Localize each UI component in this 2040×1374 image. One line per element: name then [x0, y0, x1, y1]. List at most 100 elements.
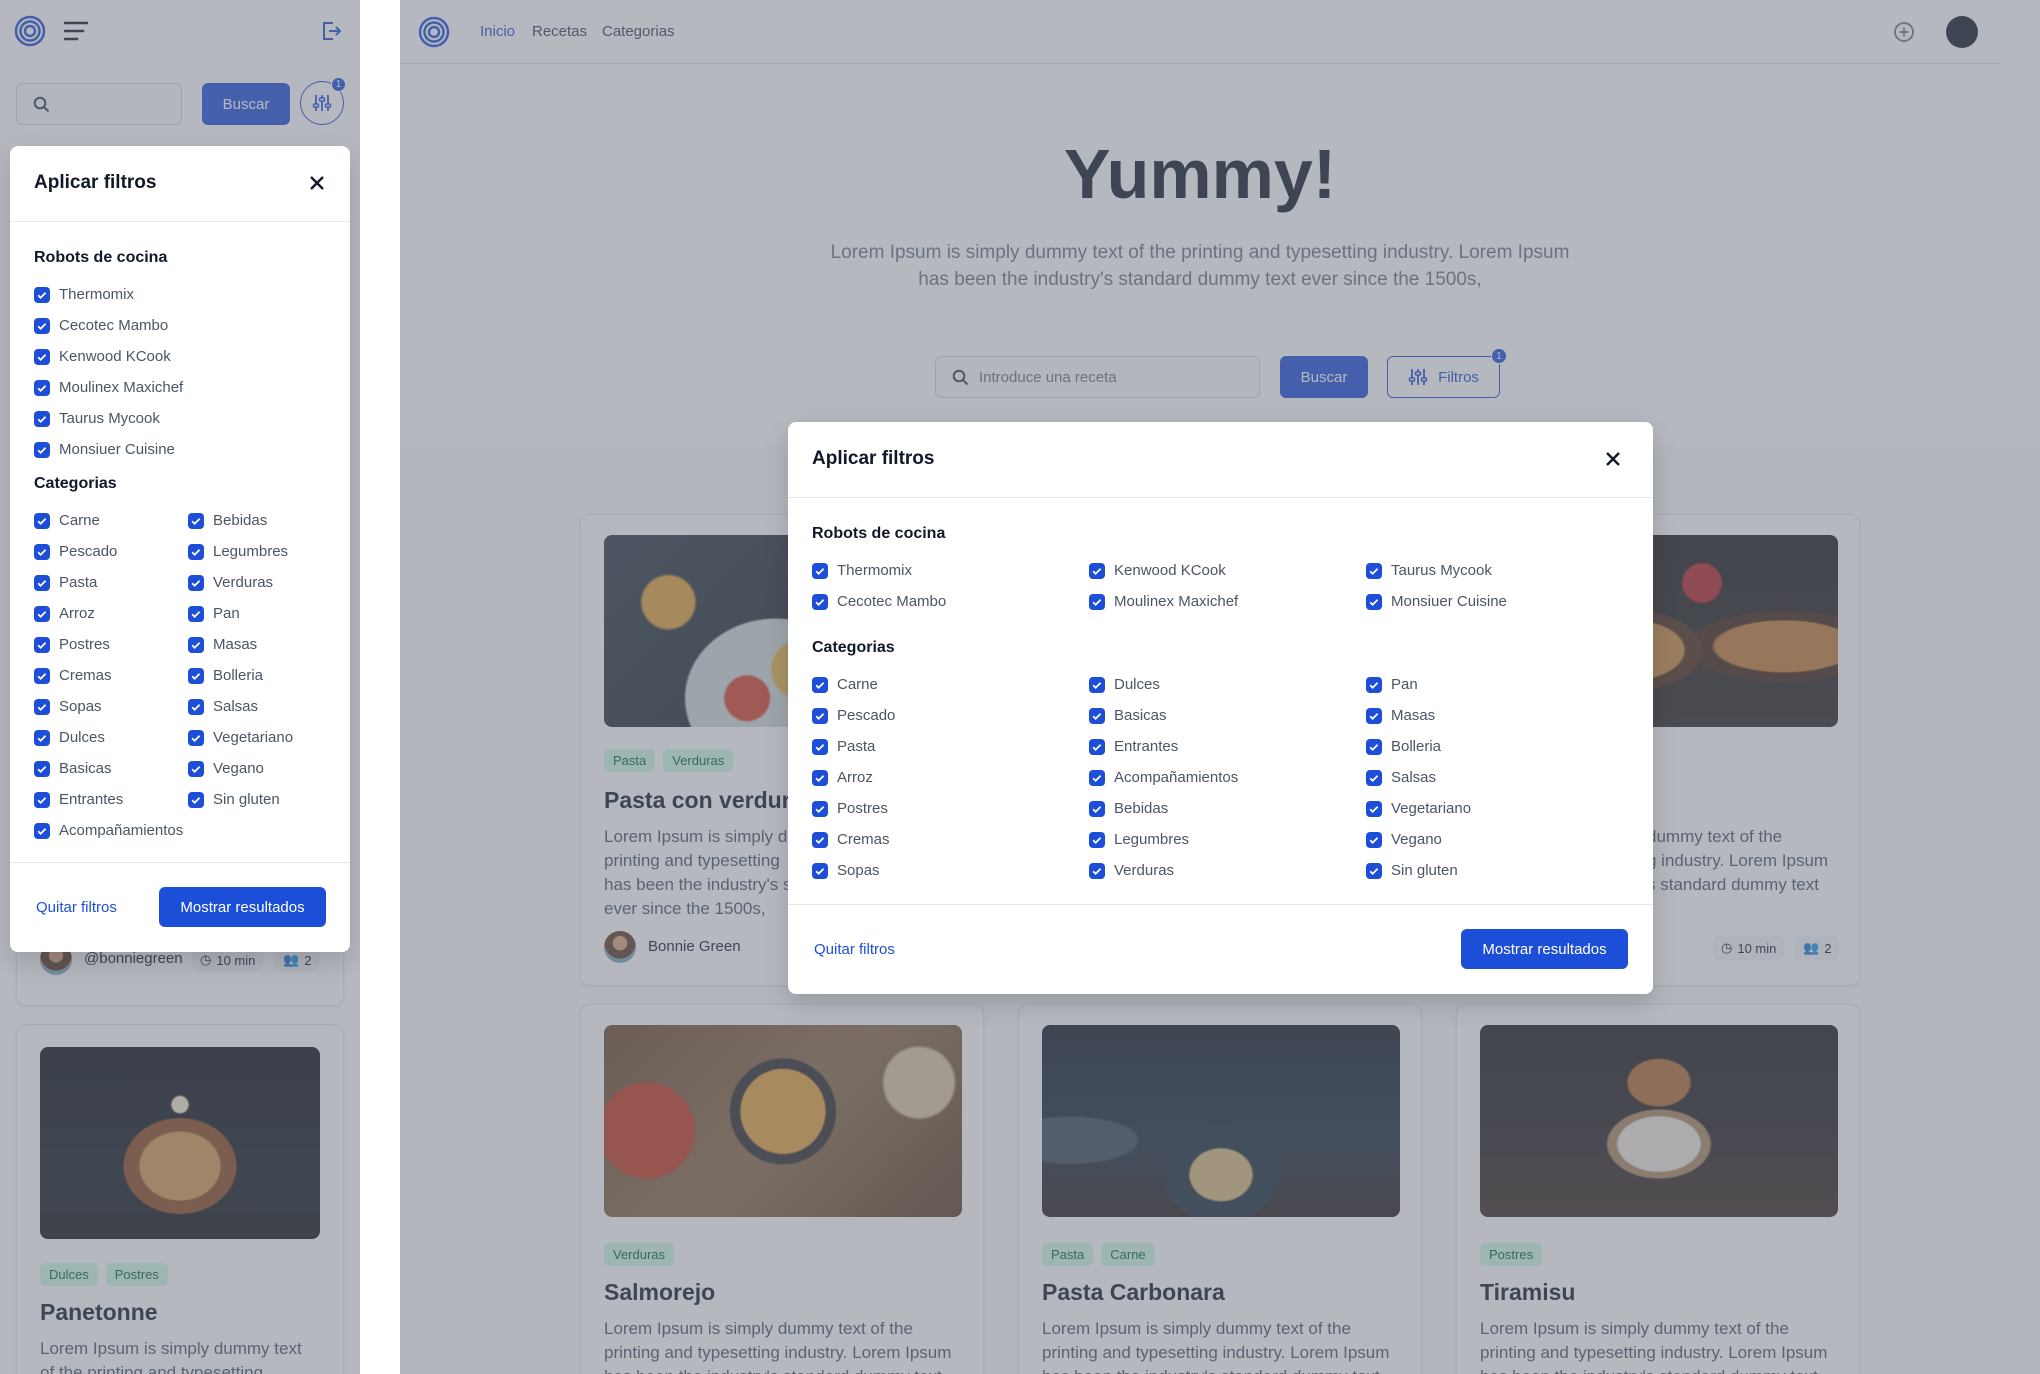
- filter-option[interactable]: Postres: [812, 793, 895, 824]
- filter-option[interactable]: Masas: [188, 629, 293, 660]
- filter-option[interactable]: Bebidas: [188, 505, 293, 536]
- filter-option[interactable]: Vegetariano: [188, 722, 293, 753]
- checkbox[interactable]: [1089, 562, 1105, 579]
- checkbox[interactable]: [812, 800, 828, 817]
- filter-option[interactable]: Acompañamientos: [34, 815, 183, 846]
- filter-option[interactable]: Salsas: [188, 691, 293, 722]
- filter-option[interactable]: Vegetariano: [1366, 793, 1471, 824]
- filter-option[interactable]: Pescado: [812, 700, 895, 731]
- checkbox[interactable]: [34, 410, 50, 427]
- filter-option[interactable]: Carne: [812, 669, 895, 700]
- checkbox[interactable]: [188, 698, 204, 715]
- checkbox[interactable]: [34, 605, 50, 622]
- filter-option[interactable]: Postres: [34, 629, 183, 660]
- filter-option[interactable]: Cremas: [812, 824, 895, 855]
- checkbox[interactable]: [34, 729, 50, 746]
- filter-option[interactable]: Carne: [34, 505, 183, 536]
- checkbox[interactable]: [1366, 676, 1382, 693]
- filter-option[interactable]: Pan: [1366, 669, 1471, 700]
- filter-option[interactable]: Pescado: [34, 536, 183, 567]
- checkbox[interactable]: [34, 379, 50, 396]
- checkbox[interactable]: [1089, 831, 1105, 848]
- show-results-button[interactable]: Mostrar resultados: [1461, 929, 1628, 969]
- checkbox[interactable]: [34, 698, 50, 715]
- checkbox[interactable]: [188, 729, 204, 746]
- filter-option[interactable]: Acompañamientos: [1089, 762, 1238, 793]
- filter-option[interactable]: Monsiuer Cuisine: [34, 434, 183, 465]
- checkbox[interactable]: [34, 667, 50, 684]
- checkbox[interactable]: [1089, 593, 1105, 610]
- filter-option[interactable]: Masas: [1366, 700, 1471, 731]
- checkbox[interactable]: [1366, 769, 1382, 786]
- checkbox[interactable]: [34, 512, 50, 529]
- checkbox[interactable]: [1366, 800, 1382, 817]
- filter-option[interactable]: Pasta: [34, 567, 183, 598]
- filter-option[interactable]: Entrantes: [1089, 731, 1238, 762]
- checkbox[interactable]: [188, 667, 204, 684]
- checkbox[interactable]: [34, 441, 50, 458]
- checkbox[interactable]: [812, 831, 828, 848]
- filter-option[interactable]: Arroz: [34, 598, 183, 629]
- checkbox[interactable]: [1089, 738, 1105, 755]
- checkbox[interactable]: [34, 317, 50, 334]
- checkbox[interactable]: [188, 605, 204, 622]
- filter-option[interactable]: Legumbres: [188, 536, 293, 567]
- filter-option[interactable]: Legumbres: [1089, 824, 1238, 855]
- filter-option[interactable]: Thermomix: [34, 279, 183, 310]
- filter-option[interactable]: Vegano: [1366, 824, 1471, 855]
- filter-option[interactable]: Pasta: [812, 731, 895, 762]
- checkbox[interactable]: [34, 543, 50, 560]
- filter-option[interactable]: Arroz: [812, 762, 895, 793]
- filter-option[interactable]: Sin gluten: [1366, 855, 1471, 886]
- filter-option[interactable]: Salsas: [1366, 762, 1471, 793]
- filter-option[interactable]: Moulinex Maxichef: [34, 372, 183, 403]
- checkbox[interactable]: [1089, 676, 1105, 693]
- filter-option[interactable]: Cremas: [34, 660, 183, 691]
- checkbox[interactable]: [188, 574, 204, 591]
- checkbox[interactable]: [188, 636, 204, 653]
- close-icon[interactable]: [308, 174, 326, 192]
- filter-option[interactable]: Bolleria: [188, 660, 293, 691]
- filter-option[interactable]: Dulces: [34, 722, 183, 753]
- checkbox[interactable]: [188, 543, 204, 560]
- checkbox[interactable]: [812, 769, 828, 786]
- checkbox[interactable]: [1089, 800, 1105, 817]
- checkbox[interactable]: [1366, 707, 1382, 724]
- checkbox[interactable]: [1366, 862, 1382, 879]
- clear-filters-button[interactable]: Quitar filtros: [814, 941, 895, 958]
- filter-option[interactable]: Dulces: [1089, 669, 1238, 700]
- filter-option[interactable]: Sin gluten: [188, 784, 293, 815]
- clear-filters-button[interactable]: Quitar filtros: [36, 899, 117, 916]
- checkbox[interactable]: [34, 636, 50, 653]
- filter-option[interactable]: Sopas: [34, 691, 183, 722]
- show-results-button[interactable]: Mostrar resultados: [159, 887, 326, 927]
- checkbox[interactable]: [1366, 562, 1382, 579]
- checkbox[interactable]: [34, 822, 50, 839]
- checkbox[interactable]: [34, 286, 50, 303]
- filter-option[interactable]: Entrantes: [34, 784, 183, 815]
- filter-option[interactable]: Bebidas: [1089, 793, 1238, 824]
- filter-option[interactable]: Cecotec Mambo: [812, 586, 946, 617]
- filter-option[interactable]: Basicas: [34, 753, 183, 784]
- checkbox[interactable]: [34, 760, 50, 777]
- checkbox[interactable]: [812, 593, 828, 610]
- checkbox[interactable]: [1366, 593, 1382, 610]
- checkbox[interactable]: [188, 512, 204, 529]
- filter-option[interactable]: Monsiuer Cuisine: [1366, 586, 1507, 617]
- filter-option[interactable]: Basicas: [1089, 700, 1238, 731]
- filter-option[interactable]: Vegano: [188, 753, 293, 784]
- checkbox[interactable]: [34, 348, 50, 365]
- checkbox[interactable]: [34, 574, 50, 591]
- close-icon[interactable]: [1604, 450, 1622, 468]
- checkbox[interactable]: [34, 791, 50, 808]
- filter-option[interactable]: Sopas: [812, 855, 895, 886]
- checkbox[interactable]: [1089, 862, 1105, 879]
- filter-option[interactable]: Taurus Mycook: [34, 403, 183, 434]
- filter-option[interactable]: Bolleria: [1366, 731, 1471, 762]
- checkbox[interactable]: [812, 862, 828, 879]
- checkbox[interactable]: [812, 707, 828, 724]
- filter-option[interactable]: Kenwood KCook: [34, 341, 183, 372]
- filter-option[interactable]: Taurus Mycook: [1366, 555, 1507, 586]
- checkbox[interactable]: [812, 562, 828, 579]
- checkbox[interactable]: [1366, 831, 1382, 848]
